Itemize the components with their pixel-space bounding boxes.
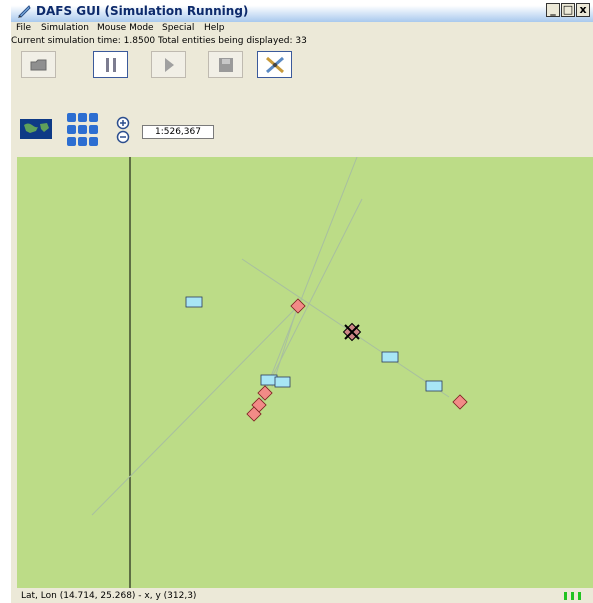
save-button[interactable] bbox=[208, 51, 243, 78]
simulation-status: Current simulation time: 1.8500 Total en… bbox=[11, 36, 307, 46]
app-icon bbox=[18, 5, 31, 18]
menu-mouse-mode[interactable]: Mouse Mode bbox=[97, 23, 154, 33]
save-icon bbox=[218, 57, 233, 72]
activity-indicator bbox=[571, 592, 574, 600]
maximize-button[interactable]: □ bbox=[561, 3, 575, 17]
menu-file[interactable]: File bbox=[16, 23, 31, 33]
menu-simulation[interactable]: Simulation bbox=[41, 23, 89, 33]
friendly-entity[interactable] bbox=[381, 351, 399, 363]
track-line bbox=[91, 304, 300, 516]
window-title: DAFS GUI (Simulation Running) bbox=[36, 4, 249, 18]
close-button[interactable]: x bbox=[576, 3, 590, 17]
map-view[interactable] bbox=[17, 157, 593, 588]
zoom-in-icon[interactable] bbox=[116, 116, 130, 130]
pause-button[interactable] bbox=[93, 51, 128, 78]
friendly-entity[interactable] bbox=[274, 376, 291, 388]
friendly-entity[interactable] bbox=[185, 296, 203, 308]
play-button[interactable] bbox=[151, 51, 186, 78]
app-window: DAFS GUI (Simulation Running) _ □ x File… bbox=[11, 0, 593, 603]
scale-input[interactable]: 1:526,367 bbox=[142, 125, 214, 139]
selected-entity-marker[interactable] bbox=[342, 322, 362, 342]
title-bar[interactable]: DAFS GUI (Simulation Running) _ □ x bbox=[11, 0, 593, 22]
minimize-button[interactable]: _ bbox=[546, 3, 560, 17]
map-canvas[interactable] bbox=[17, 157, 593, 588]
world-map-icon[interactable] bbox=[20, 119, 52, 139]
menu-help[interactable]: Help bbox=[204, 23, 225, 33]
track-line bbox=[258, 157, 358, 408]
pause-icon bbox=[105, 57, 116, 72]
menu-special[interactable]: Special bbox=[162, 23, 194, 33]
entity-grid-icon[interactable] bbox=[66, 112, 100, 148]
track-line bbox=[271, 301, 300, 388]
open-icon bbox=[30, 59, 46, 70]
hostile-entity[interactable] bbox=[257, 385, 273, 401]
status-bar: Lat, Lon (14.714, 25.268) - x, y (312,3) bbox=[11, 588, 593, 603]
tools-button[interactable] bbox=[257, 51, 292, 78]
menu-bar: File Simulation Mouse Mode Special Help bbox=[11, 22, 593, 36]
zoom-out-icon[interactable] bbox=[116, 130, 130, 144]
coordinates-readout: Lat, Lon (14.714, 25.268) - x, y (312,3) bbox=[21, 591, 197, 601]
play-icon bbox=[164, 57, 174, 72]
activity-indicator bbox=[578, 592, 581, 600]
tools-icon bbox=[265, 56, 284, 73]
hostile-entity[interactable] bbox=[452, 394, 468, 410]
open-button[interactable] bbox=[21, 51, 56, 78]
activity-indicator bbox=[564, 592, 567, 600]
friendly-entity[interactable] bbox=[425, 380, 443, 392]
